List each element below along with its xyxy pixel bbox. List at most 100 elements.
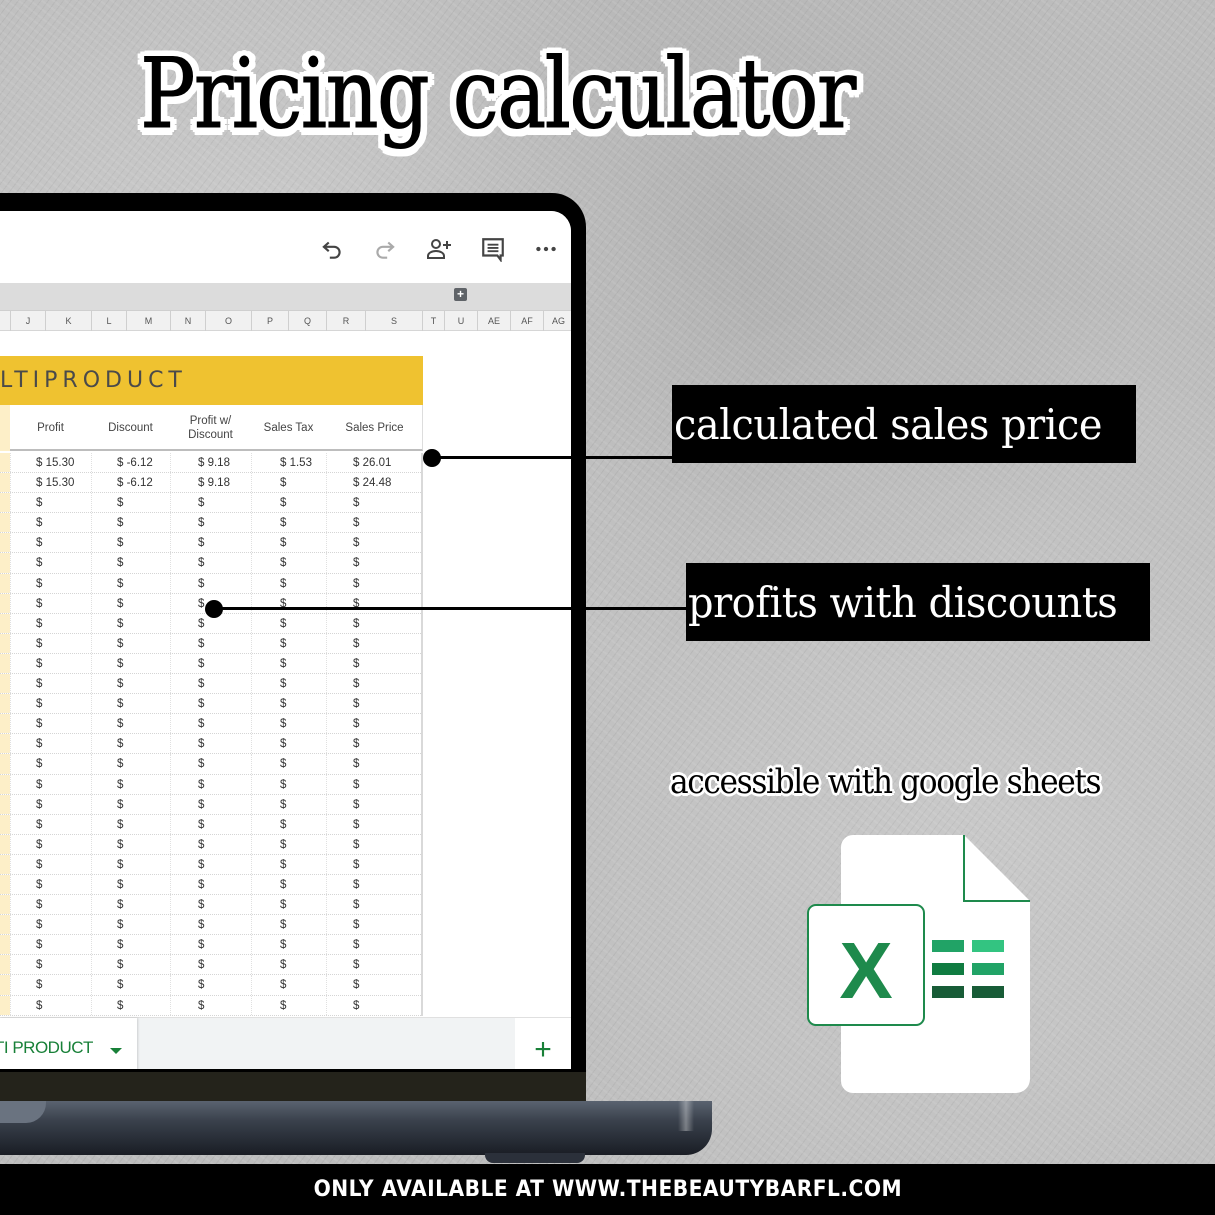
table-cell[interactable]: $ <box>170 573 251 593</box>
highlight-cell[interactable] <box>0 854 10 874</box>
table-cell[interactable]: $ 15.30 <box>10 453 91 473</box>
table-cell[interactable]: $ <box>10 633 91 653</box>
column-header[interactable]: P <box>251 311 288 331</box>
table-cell[interactable]: $ <box>326 633 423 653</box>
table-cell[interactable]: $ <box>91 895 170 915</box>
table-cell[interactable]: $ <box>170 955 251 975</box>
column-header[interactable]: AG <box>543 311 571 331</box>
highlight-cell[interactable] <box>0 874 10 895</box>
table-cell[interactable]: $ <box>10 613 91 633</box>
table-cell[interactable]: $ <box>10 955 91 975</box>
table-cell[interactable]: $ <box>91 553 170 573</box>
column-header[interactable]: K <box>45 311 91 331</box>
table-cell[interactable]: $ <box>91 513 170 533</box>
table-cell[interactable]: $ <box>326 653 423 674</box>
footer-text[interactable]: ONLY AVAILABLE AT WWW.THEBEAUTYBARFL.COM <box>313 1177 902 1202</box>
table-cell[interactable]: $ <box>251 573 326 593</box>
table-cell[interactable]: $ <box>10 553 91 573</box>
table-cell[interactable]: $ 24.48 <box>326 473 423 493</box>
table-cell[interactable]: $ <box>10 794 91 814</box>
table-cell[interactable]: $ <box>91 834 170 854</box>
add-sheet-button[interactable]: + <box>515 1018 571 1069</box>
table-cell[interactable]: $ -6.12 <box>91 473 170 493</box>
table-cell[interactable]: $ <box>251 513 326 533</box>
table-cell[interactable]: $ <box>91 573 170 593</box>
table-cell[interactable]: $ <box>10 834 91 854</box>
column-header[interactable]: J <box>10 311 45 331</box>
table-cell[interactable]: $ <box>170 794 251 814</box>
table-cell[interactable]: $ <box>251 613 326 633</box>
highlight-cell[interactable] <box>0 674 10 694</box>
table-cell[interactable]: $ <box>170 754 251 774</box>
table-cell[interactable]: $ <box>251 915 326 935</box>
table-cell[interactable]: $ 1.53 <box>251 453 326 473</box>
add-person-icon[interactable] <box>425 235 453 263</box>
table-cell[interactable]: $ <box>251 694 326 714</box>
table-cell[interactable]: $ <box>326 915 423 935</box>
highlight-cell[interactable] <box>0 774 10 794</box>
table-cell[interactable]: $ <box>170 935 251 955</box>
table-cell[interactable]: $ <box>326 694 423 714</box>
table-cell[interactable]: $ <box>251 854 326 874</box>
column-header[interactable]: O <box>205 311 251 331</box>
table-cell[interactable]: $ <box>326 995 423 1015</box>
column-header[interactable]: Q <box>288 311 326 331</box>
table-cell[interactable]: $ <box>251 794 326 814</box>
table-cell[interactable]: $ 15.30 <box>10 473 91 493</box>
column-header[interactable]: L <box>91 311 126 331</box>
table-cell[interactable]: $ <box>251 955 326 975</box>
highlight-cell[interactable] <box>0 935 10 955</box>
table-cell[interactable]: $ <box>326 874 423 895</box>
highlight-cell[interactable] <box>0 814 10 834</box>
table-cell[interactable]: $ <box>251 533 326 553</box>
column-header[interactable]: M <box>126 311 170 331</box>
table-cell[interactable]: $ <box>170 694 251 714</box>
table-cell[interactable]: $ <box>170 774 251 794</box>
table-cell[interactable]: $ <box>251 714 326 734</box>
table-cell[interactable]: $ <box>10 653 91 674</box>
highlight-cell[interactable] <box>0 473 10 493</box>
table-cell[interactable]: $ <box>251 814 326 834</box>
table-cell[interactable]: $ <box>170 995 251 1015</box>
table-cell[interactable]: $ <box>10 714 91 734</box>
table-cell[interactable]: $ <box>10 754 91 774</box>
table-cell[interactable]: $ <box>10 874 91 895</box>
table-cell[interactable]: $ <box>251 473 326 493</box>
table-cell[interactable]: $ <box>251 553 326 573</box>
table-cell[interactable]: $ <box>10 593 91 613</box>
table-cell[interactable]: $ <box>326 513 423 533</box>
table-cell[interactable]: $ <box>91 995 170 1015</box>
table-cell[interactable]: $ <box>10 533 91 553</box>
table-cell[interactable]: $ <box>170 895 251 915</box>
highlight-cell[interactable] <box>0 593 10 613</box>
table-cell[interactable]: $ <box>326 794 423 814</box>
table-cell[interactable]: $ <box>10 674 91 694</box>
table-cell[interactable]: $ <box>91 915 170 935</box>
highlight-cell[interactable] <box>0 453 10 473</box>
table-cell[interactable]: $ <box>251 975 326 995</box>
table-cell[interactable]: $ <box>251 633 326 653</box>
table-cell[interactable]: $ <box>170 653 251 674</box>
table-cell[interactable]: $ <box>91 633 170 653</box>
table-cell[interactable]: $ <box>10 915 91 935</box>
highlight-cell[interactable] <box>0 794 10 814</box>
table-cell[interactable]: $ <box>170 874 251 895</box>
comment-icon[interactable] <box>479 235 507 263</box>
table-cell[interactable]: $ <box>91 714 170 734</box>
table-cell[interactable]: $ <box>326 493 423 513</box>
redo-icon[interactable] <box>371 235 399 263</box>
table-cell[interactable]: $ <box>10 493 91 513</box>
table-cell[interactable]: $ <box>326 955 423 975</box>
table-cell[interactable]: $ <box>170 975 251 995</box>
table-cell[interactable]: $ <box>326 553 423 573</box>
table-cell[interactable]: $ <box>326 854 423 874</box>
table-cell[interactable]: $ <box>10 935 91 955</box>
table-cell[interactable]: $ <box>91 774 170 794</box>
table-cell[interactable]: $ <box>326 814 423 834</box>
table-cell[interactable]: $ <box>91 674 170 694</box>
table-cell[interactable]: $ 26.01 <box>326 453 423 473</box>
table-cell[interactable]: $ <box>251 935 326 955</box>
table-cell[interactable]: $ <box>91 734 170 754</box>
highlight-cell[interactable] <box>0 895 10 915</box>
table-cell[interactable]: $ <box>91 814 170 834</box>
